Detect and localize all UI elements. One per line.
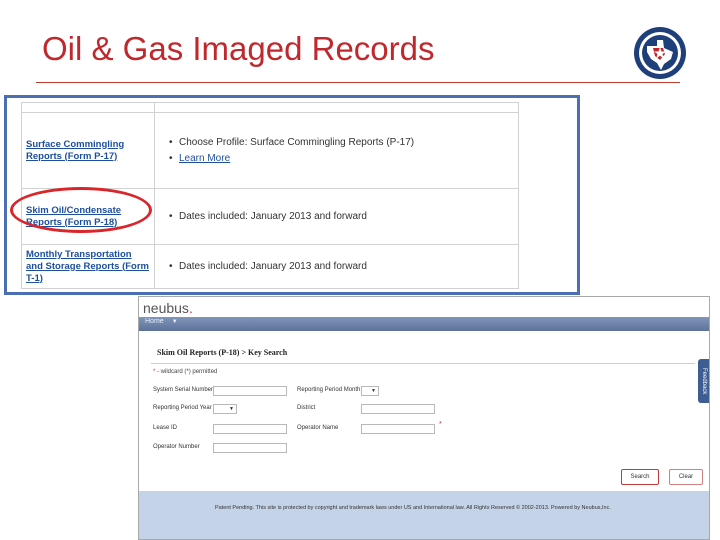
operator-number-input[interactable] [213, 443, 287, 453]
list-item: • Dates included: January 2013 and forwa… [169, 260, 367, 272]
choose-profile-text: Choose Profile: Surface Commingling Repo… [179, 136, 415, 148]
page-heading: Skim Oil Reports (P-18) > Key Search [157, 348, 288, 357]
reporting-period-year-label: Reporting Period Year [153, 405, 212, 411]
lease-id-label: Lease ID [153, 425, 178, 431]
table-row: Monthly Transportation and Storage Repor… [21, 244, 519, 289]
dates-included-text: Dates included: January 2013 and forward [179, 210, 367, 222]
dates-included-text: Dates included: January 2013 and forward [179, 260, 367, 272]
neubus-search-window: neubus. Home ▼ Feedback Skim Oil Reports … [138, 296, 710, 540]
system-serial-number-input[interactable] [213, 386, 287, 396]
operator-name-label: Operator Name [297, 425, 339, 431]
skim-oil-condensate-reports-link[interactable]: Skim Oil/Condensate Reports (Form P-18) [26, 205, 121, 228]
key-search-form: Skim Oil Reports (P-18) > Key Search * -… [147, 341, 703, 491]
nav-bar: Home ▼ [139, 317, 709, 331]
chevron-down-icon: ▼ [171, 319, 178, 325]
monthly-transportation-storage-reports-link[interactable]: Monthly Transportation and Storage Repor… [26, 249, 149, 284]
feedback-tab[interactable]: Feedback [698, 359, 709, 403]
learn-more-link[interactable]: Learn More [179, 152, 230, 166]
table-row: Surface Commingling Reports (Form P-17) … [21, 112, 519, 189]
records-table: Surface Commingling Reports (Form P-17) … [21, 102, 519, 289]
heading-divider [151, 363, 695, 364]
lease-id-input[interactable] [213, 424, 287, 434]
footer-copyright: Patent Pending. This site is protected b… [215, 505, 611, 511]
district-label: District [297, 405, 316, 411]
list-item: • Learn More [169, 152, 231, 166]
wildcard-star: * [439, 421, 442, 428]
wildcard-note: * - wildcard (*) permitted [153, 369, 218, 375]
neubus-logo: neubus. [143, 300, 193, 316]
list-item: • Choose Profile: Surface Commingling Re… [169, 136, 415, 148]
railroad-commission-seal-icon [634, 27, 686, 79]
district-input[interactable] [361, 404, 435, 414]
reporting-period-year-select[interactable]: ▼ [213, 404, 237, 414]
operator-name-input[interactable] [361, 424, 435, 434]
footer-bar: Patent Pending. This site is protected b… [139, 491, 709, 539]
records-table-panel: Surface Commingling Reports (Form P-17) … [4, 95, 580, 295]
slide-title: Oil & Gas Imaged Records [42, 30, 435, 67]
system-serial-number-label: System Serial Number [153, 387, 214, 393]
operator-number-label: Operator Number [153, 444, 200, 450]
reporting-period-month-select[interactable]: ▼ [361, 386, 379, 396]
surface-commingling-reports-link[interactable]: Surface Commingling Reports (Form P-17) [26, 139, 124, 162]
title-divider [36, 82, 680, 83]
table-row: Skim Oil/Condensate Reports (Form P-18) … [21, 188, 519, 245]
reporting-period-month-label: Reporting Period Month [297, 387, 361, 393]
list-item: • Dates included: January 2013 and forwa… [169, 210, 367, 222]
search-button[interactable]: Search [621, 469, 659, 485]
table-row [21, 102, 519, 113]
nav-home-menu[interactable]: Home ▼ [145, 318, 178, 325]
clear-button[interactable]: Clear [669, 469, 703, 485]
